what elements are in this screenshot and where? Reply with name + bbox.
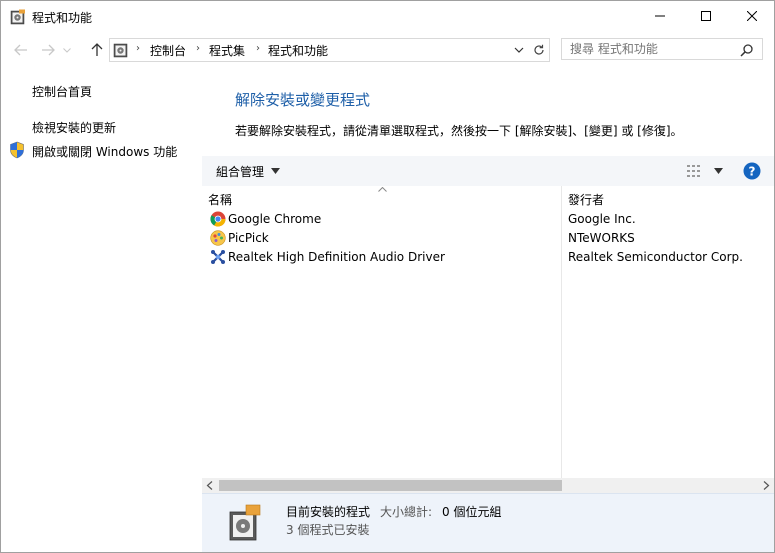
- refresh-button[interactable]: [529, 38, 550, 62]
- minimize-icon: [655, 15, 665, 17]
- command-bar: 組合管理 ?: [202, 156, 774, 186]
- installed-count: 3 個程式已安裝: [286, 523, 370, 537]
- table-row[interactable]: Realtek High Definition Audio Driver Rea…: [202, 248, 774, 267]
- breadcrumb-separator-icon: ›: [196, 43, 200, 54]
- breadcrumb-separator-icon: ›: [256, 43, 260, 54]
- control-panel-icon: [113, 43, 128, 58]
- program-name: Realtek High Definition Audio Driver: [228, 250, 445, 264]
- left-pane: 控制台首頁 檢視安裝的更新 開啟或關閉 Windows 功能: [1, 73, 201, 552]
- shield-icon: [10, 141, 24, 159]
- table-row[interactable]: PicPick NTeWORKS: [202, 229, 774, 248]
- view-dropdown-icon[interactable]: [714, 168, 723, 174]
- breadcrumb-programs-features[interactable]: 程式和功能: [268, 42, 328, 59]
- refresh-icon: [534, 44, 544, 55]
- details-title: 目前安裝的程式: [286, 505, 371, 519]
- chrome-icon: [210, 211, 226, 227]
- title-bar: 程式和功能: [1, 1, 774, 33]
- up-arrow-icon: [91, 43, 103, 56]
- program-publisher: NTeWORKS: [568, 231, 635, 245]
- close-icon: [747, 11, 757, 21]
- close-button[interactable]: [729, 1, 774, 31]
- breadcrumb-separator-icon: ›: [136, 43, 140, 54]
- search-input[interactable]: [561, 38, 763, 60]
- program-name: Google Chrome: [228, 212, 322, 226]
- program-name: PicPick: [228, 231, 269, 245]
- scroll-right-icon[interactable]: [762, 481, 770, 490]
- chevron-down-icon: [63, 47, 71, 53]
- view-installed-updates-link[interactable]: 檢視安裝的更新: [32, 119, 116, 136]
- address-dropdown-icon[interactable]: [512, 42, 526, 58]
- address-bar[interactable]: › 控制台 › 程式集 › 程式和功能: [109, 38, 531, 62]
- maximize-icon: [701, 11, 711, 21]
- breadcrumb-control-panel[interactable]: 控制台: [150, 42, 186, 59]
- search-icon[interactable]: [740, 43, 754, 57]
- forward-button[interactable]: [38, 39, 58, 61]
- dropdown-arrow-icon[interactable]: [271, 168, 280, 174]
- column-header-name[interactable]: 名稱: [208, 191, 232, 208]
- recent-locations-button[interactable]: [61, 39, 73, 61]
- column-header-publisher[interactable]: 發行者: [568, 191, 604, 208]
- maximize-button[interactable]: [683, 1, 729, 31]
- back-button[interactable]: [11, 39, 31, 61]
- page-description: 若要解除安裝程式，請從清單選取程式，然後按一下 [解除安裝]、[變更] 或 [修…: [235, 124, 683, 138]
- realtek-icon: [211, 250, 225, 264]
- up-button[interactable]: [87, 39, 107, 61]
- view-options-icon[interactable]: [687, 165, 705, 177]
- picpick-icon: [210, 230, 226, 246]
- program-publisher: Realtek Semiconductor Corp.: [568, 250, 743, 264]
- turn-windows-features-link[interactable]: 開啟或關閉 Windows 功能: [32, 143, 177, 160]
- svg-text:?: ?: [749, 165, 756, 179]
- sort-ascending-icon: [378, 187, 387, 192]
- organize-button[interactable]: 組合管理: [216, 163, 264, 180]
- page-title: 解除安裝或變更程式: [235, 91, 371, 109]
- window-title: 程式和功能: [32, 11, 93, 25]
- program-list: 名稱 發行者 Google Chrome Google Inc. PicPick: [202, 186, 774, 478]
- breadcrumb-programs[interactable]: 程式集: [209, 42, 245, 59]
- back-arrow-icon: [14, 44, 27, 56]
- table-row[interactable]: Google Chrome Google Inc.: [202, 210, 774, 229]
- window: 程式和功能 › 控制台 › 程式集 › 程式和功能 搜尋 程式和功能 控制台首頁…: [0, 0, 775, 553]
- scroll-left-icon[interactable]: [206, 481, 214, 490]
- navigation-bar: › 控制台 › 程式集 › 程式和功能: [1, 37, 774, 63]
- minimize-button[interactable]: [637, 1, 683, 31]
- details-pane: 目前安裝的程式 大小總計: 0 個位元組 3 個程式已安裝: [202, 493, 774, 552]
- program-publisher: Google Inc.: [568, 212, 636, 226]
- control-panel-home-link[interactable]: 控制台首頁: [32, 83, 92, 100]
- total-size-label: 大小總計:: [380, 505, 433, 519]
- total-size-value: 0 個位元組: [442, 505, 502, 519]
- forward-arrow-icon: [42, 44, 55, 56]
- scrollbar-thumb[interactable]: [219, 480, 562, 491]
- installed-programs-icon: [229, 504, 261, 541]
- programs-app-icon: [10, 9, 25, 25]
- horizontal-scrollbar[interactable]: [202, 478, 774, 493]
- help-icon[interactable]: ?: [743, 162, 761, 180]
